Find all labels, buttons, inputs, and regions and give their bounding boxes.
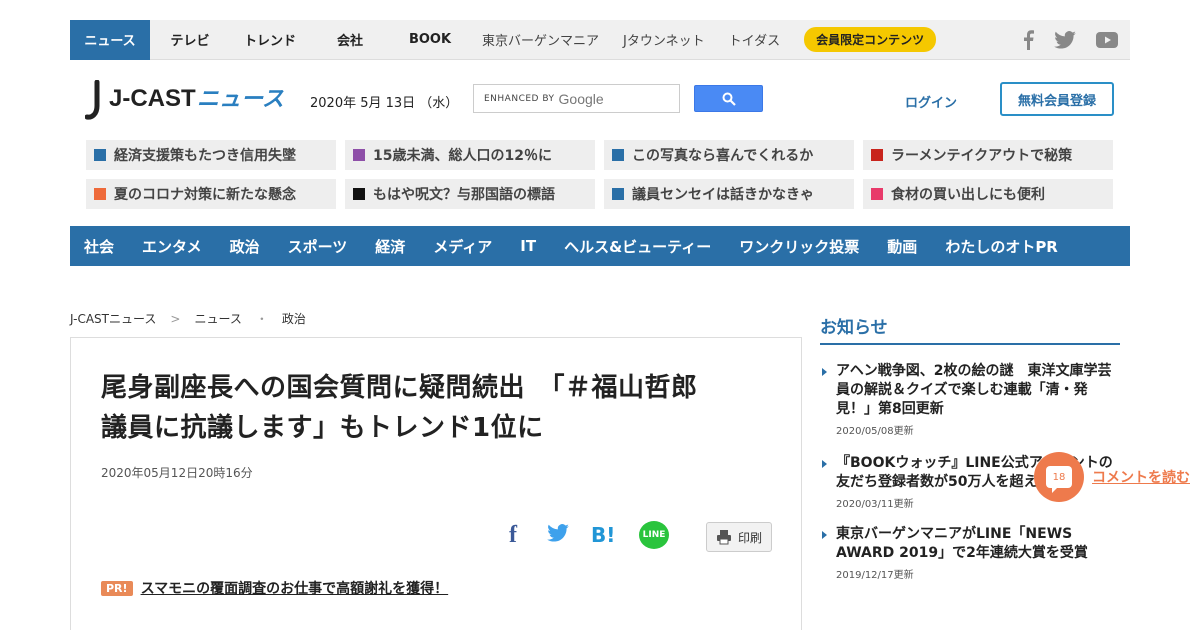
pr-badge: PR! <box>101 580 133 596</box>
ticker-item[interactable]: 食材の買い出しにも便利 <box>863 179 1113 209</box>
topnav-company[interactable]: 会社 <box>310 20 390 60</box>
ticker-item-label[interactable]: もはや呪文？与那国語の標語 <box>373 184 555 204</box>
top-nav: ニュース テレビ トレンド 会社 BOOK 東京バーゲンマニア Jタウンネット … <box>70 19 1130 60</box>
breadcrumb-category[interactable]: 政治 <box>282 310 306 327</box>
notice-date: 2020/03/11更新 <box>836 499 914 510</box>
category-nav-item[interactable]: 政治 <box>230 236 260 257</box>
notice-item[interactable]: アヘン戦争図、2枚の絵の謎 東洋文庫学芸員の解説＆クイズで楽しむ連載「清・発見！… <box>822 362 1122 437</box>
ticker-color-marker <box>612 188 624 200</box>
notice-title[interactable]: 東京バーゲンマニアがLINE「NEWS AWARD 2019」で2年連続大賞を受… <box>836 525 1122 563</box>
notice-date: 2020/05/08更新 <box>836 426 914 437</box>
comment-bubble-icon[interactable]: 18 <box>1034 452 1084 502</box>
pr-link[interactable]: スマモニの覆面調査のお仕事で高額謝礼を獲得！ <box>141 578 449 598</box>
print-button[interactable]: 印刷 <box>706 522 772 552</box>
category-nav-item[interactable]: わたしのオトPR <box>945 236 1058 257</box>
publish-date: 2020年05月12日20時16分 <box>101 466 253 480</box>
category-nav-item[interactable]: ワンクリック投票 <box>739 236 859 257</box>
search-input[interactable]: ENHANCED BY Google <box>473 84 680 113</box>
comment-count: 18 <box>1046 466 1072 493</box>
category-nav-item[interactable]: IT <box>520 237 536 255</box>
topnav-toidasu[interactable]: トイダス <box>717 20 792 60</box>
category-nav-item[interactable]: 経済 <box>375 236 405 257</box>
read-comments-link[interactable]: コメントを読む <box>1092 467 1190 487</box>
ticker-item-label[interactable]: 経済支援策もたつき信用失墜 <box>114 145 296 165</box>
search-enhanced-label: ENHANCED BY <box>484 93 555 104</box>
logo-main-text: J-CAST <box>109 85 196 112</box>
current-date: 2020年 5月 13日 （水） <box>310 96 459 111</box>
ticker-item[interactable]: 夏のコロナ対策に新たな懸念 <box>86 179 336 209</box>
ticker-color-marker <box>94 149 106 161</box>
headline-ticker: 経済支援策もたつき信用失墜 15歳未満、総人口の12％に この写真なら喜んでくれるか… <box>86 140 1116 209</box>
sidebar-title: お知らせ <box>820 318 888 338</box>
sidebar-divider <box>820 343 1120 345</box>
ticker-item[interactable]: 15歳未満、総人口の12％に <box>345 140 595 170</box>
ticker-item[interactable]: 経済支援策もたつき信用失墜 <box>86 140 336 170</box>
ticker-item-label[interactable]: ラーメンテイクアウトで秘策 <box>891 145 1072 165</box>
twitter-share-icon[interactable] <box>547 524 569 546</box>
ticker-color-marker <box>353 149 365 161</box>
category-nav-item[interactable]: エンタメ <box>142 236 202 257</box>
breadcrumb-home[interactable]: J-CASTニュース <box>70 310 156 327</box>
topnav-news[interactable]: ニュース <box>70 19 150 60</box>
ticker-item[interactable]: もはや呪文？与那国語の標語 <box>345 179 595 209</box>
breadcrumb: J-CASTニュース > ニュース ・ 政治 <box>70 310 306 327</box>
headline-line-2: 議員に抗議します」もトレンド1位に <box>101 413 544 443</box>
notice-date: 2019/12/17更新 <box>836 570 914 581</box>
line-share-icon[interactable]: LINE <box>639 521 669 549</box>
topnav-book[interactable]: BOOK <box>390 20 470 60</box>
notice-item[interactable]: 東京バーゲンマニアがLINE「NEWS AWARD 2019」で2年連続大賞を受… <box>822 525 1122 581</box>
print-label: 印刷 <box>737 530 762 545</box>
ticker-color-marker <box>871 149 883 161</box>
hatena-bookmark-icon[interactable]: B! <box>591 523 617 547</box>
headline-line-1: 尾身副座長への国会質問に疑問続出 「＃福山哲郎 <box>101 373 698 403</box>
ticker-color-marker <box>94 188 106 200</box>
youtube-icon[interactable] <box>1096 32 1118 48</box>
ticker-item[interactable]: 議員センセイは話きかなきゃ <box>604 179 854 209</box>
social-links <box>1022 20 1118 60</box>
ticker-item-label[interactable]: 食材の買い出しにも便利 <box>891 184 1045 204</box>
ticker-item-label[interactable]: 15歳未満、総人口の12％に <box>373 145 552 165</box>
search-icon <box>722 92 736 106</box>
category-nav-item[interactable]: 社会 <box>84 236 114 257</box>
ticker-item-label[interactable]: 夏のコロナ対策に新たな懸念 <box>114 184 296 204</box>
ticker-item-label[interactable]: 議員センセイは話きかなきゃ <box>632 184 814 204</box>
logo-sub-text: ニュース <box>197 87 284 112</box>
ticker-item-label[interactable]: この写真なら喜んでくれるか <box>632 145 813 165</box>
facebook-icon[interactable] <box>1022 30 1034 50</box>
ticker-item[interactable]: ラーメンテイクアウトで秘策 <box>863 140 1113 170</box>
category-nav-item[interactable]: メディア <box>433 236 492 257</box>
search-button[interactable] <box>694 85 763 112</box>
ticker-color-marker <box>871 188 883 200</box>
twitter-icon[interactable] <box>1054 31 1076 49</box>
printer-icon <box>716 530 731 545</box>
article-card: 尾身副座長への国会質問に疑問続出 「＃福山哲郎 議員に抗議します」もトレンド1位… <box>70 337 802 630</box>
notice-title[interactable]: アヘン戦争図、2枚の絵の謎 東洋文庫学芸員の解説＆クイズで楽しむ連載「清・発見！… <box>836 362 1122 419</box>
facebook-share-icon[interactable]: f <box>501 522 525 549</box>
share-buttons: f B! LINE <box>501 521 669 549</box>
login-link[interactable]: ログイン <box>905 92 957 111</box>
pr-ad: PR! スマモニの覆面調査のお仕事で高額謝礼を獲得！ <box>101 578 448 598</box>
google-wordmark: Google <box>558 90 604 107</box>
topnav-bargain-mania[interactable]: 東京バーゲンマニア <box>470 20 611 60</box>
breadcrumb-separator: > <box>170 311 181 326</box>
category-nav-item[interactable]: ヘルス&ビューティー <box>564 236 711 257</box>
site-logo[interactable]: J-CAST ニュース <box>84 79 285 124</box>
ticker-color-marker <box>353 188 365 200</box>
article-headline: 尾身副座長への国会質問に疑問続出 「＃福山哲郎 議員に抗議します」もトレンド1位… <box>101 368 781 448</box>
category-nav-item[interactable]: スポーツ <box>288 236 348 257</box>
topnav-tv[interactable]: テレビ <box>150 20 230 60</box>
topnav-trend[interactable]: トレンド <box>230 20 310 60</box>
member-content-button[interactable]: 会員限定コンテンツ <box>804 27 937 52</box>
ticker-item[interactable]: この写真なら喜んでくれるか <box>604 140 854 170</box>
register-button[interactable]: 無料会員登録 <box>1000 82 1114 116</box>
category-nav-item[interactable]: 動画 <box>887 236 917 257</box>
topnav-j-town-net[interactable]: Jタウンネット <box>611 20 717 60</box>
category-nav: 社会 エンタメ 政治 スポーツ 経済 メディア IT ヘルス&ビューティー ワンクリック投票 動画… <box>70 226 1130 266</box>
breadcrumb-section[interactable]: ニュース <box>194 310 241 327</box>
breadcrumb-separator: ・ <box>255 312 268 326</box>
ticker-color-marker <box>612 149 624 161</box>
